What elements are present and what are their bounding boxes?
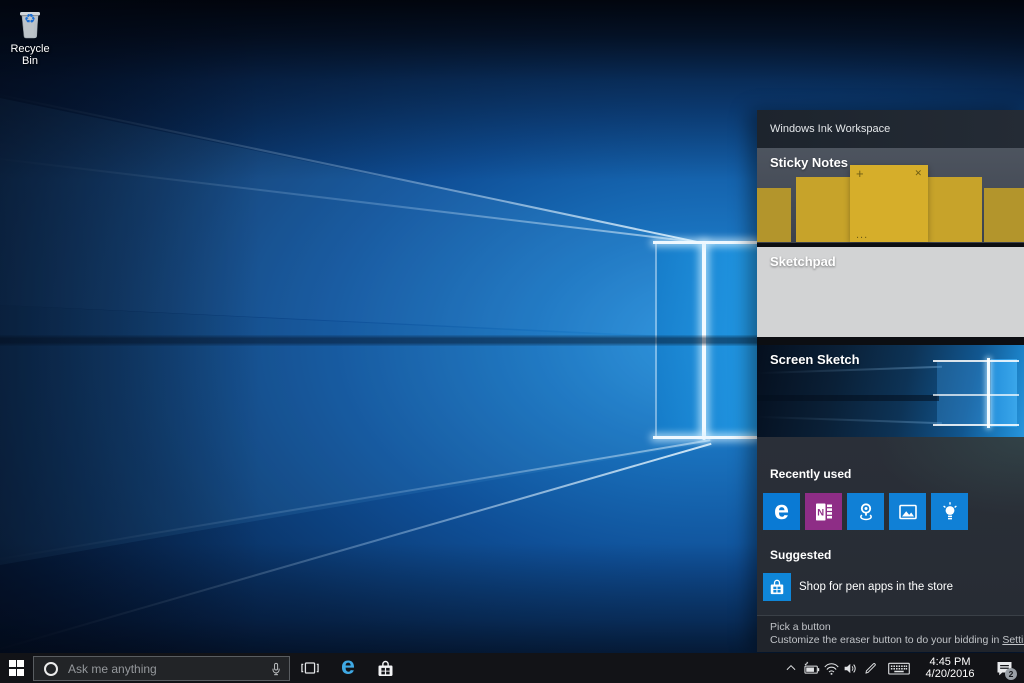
customize-eraser-text: Customize the eraser button to do your b…	[770, 634, 1024, 646]
store-icon	[375, 658, 396, 679]
suggested-item-label: Shop for pen apps in the store	[799, 581, 953, 593]
preview-dark-band	[757, 395, 939, 401]
recycle-bin-shortcut[interactable]: ♻ Recycle Bin	[2, 5, 58, 61]
start-button[interactable]	[0, 653, 33, 683]
search-input[interactable]	[58, 657, 263, 680]
maps-icon	[854, 500, 878, 524]
preview-beam	[757, 416, 942, 424]
screen-sketch-card[interactable]: Screen Sketch	[757, 345, 1024, 437]
preview-beam	[757, 366, 942, 374]
ink-workspace-header: Windows Ink Workspace	[757, 110, 1024, 148]
notification-badge: 2	[1005, 668, 1017, 680]
microphone-button[interactable]	[263, 657, 289, 680]
preview-window-bar	[933, 424, 1019, 426]
preview-window-pane	[991, 359, 1017, 427]
taskbar: e	[0, 653, 1024, 683]
sticky-note-active: + ✕ ...	[850, 165, 928, 242]
preview-window-bar	[933, 360, 1019, 362]
store-icon	[767, 577, 787, 597]
wallpaper-window-bar	[653, 241, 757, 244]
task-view-button[interactable]	[296, 653, 324, 683]
recycle-symbol-icon: ♻	[10, 12, 50, 25]
wifi-icon	[823, 661, 840, 676]
note-add-icon[interactable]: +	[856, 166, 864, 181]
sticky-notes-title: Sticky Notes	[770, 155, 848, 170]
recycle-bin-icon: ♻	[10, 5, 50, 41]
photos-app-tile[interactable]	[889, 493, 926, 530]
section-divider	[757, 337, 1024, 345]
speaker-icon	[842, 660, 860, 677]
maps-app-tile[interactable]	[847, 493, 884, 530]
touch-keyboard-button[interactable]	[885, 653, 913, 683]
desktop: ♻ Recycle Bin Windows Ink Workspace + ✕ …	[0, 0, 1024, 683]
sketchpad-title: Sketchpad	[770, 254, 836, 269]
preview-window-bar	[933, 394, 1019, 396]
note-more-icon[interactable]: ...	[856, 229, 868, 241]
chevron-up-icon	[784, 661, 798, 675]
svg-text:N: N	[817, 507, 824, 518]
sticky-notes-card[interactable]: + ✕ ... Sticky Notes	[757, 148, 1024, 243]
edge-icon: e	[774, 497, 789, 524]
pick-a-button-heading: Pick a button	[770, 621, 831, 633]
suggested-store-item[interactable]: Shop for pen apps in the store	[763, 573, 1018, 601]
task-view-icon	[299, 657, 321, 679]
pen-icon	[863, 660, 879, 676]
customize-eraser-body: Customize the eraser button to do your b…	[770, 634, 1002, 646]
preview-window-pane	[937, 362, 987, 425]
recently-used-title: Recently used	[770, 467, 851, 481]
onenote-icon: N	[812, 500, 836, 524]
windows-ink-workspace-panel: Windows Ink Workspace + ✕ ... Sticky Not…	[757, 110, 1024, 652]
wallpaper-beam	[0, 94, 705, 244]
wallpaper-beam	[0, 439, 710, 560]
note-close-icon[interactable]: ✕	[914, 168, 922, 179]
volume-indicator[interactable]	[841, 653, 861, 683]
cortana-search-box[interactable]	[33, 656, 290, 681]
wallpaper-beam	[0, 443, 712, 650]
sketchpad-card[interactable]: Sketchpad	[757, 247, 1024, 337]
suggested-title: Suggested	[770, 548, 831, 562]
sticky-note	[984, 188, 1024, 242]
battery-indicator[interactable]	[801, 653, 822, 683]
wifi-indicator[interactable]	[822, 653, 841, 683]
tray-overflow-chevron[interactable]	[782, 653, 800, 683]
ink-panel-footer: Pick a button Customize the eraser butto…	[757, 615, 1024, 652]
wallpaper-window-pane	[657, 244, 757, 438]
preview-window-bar	[987, 358, 990, 428]
battery-charging-icon	[802, 660, 821, 677]
clock-date: 4/20/2016	[926, 668, 975, 680]
sticky-note	[928, 177, 982, 242]
wallpaper-shade	[0, 0, 260, 683]
ink-workspace-title: Windows Ink Workspace	[770, 123, 890, 135]
clock[interactable]: 4:45 PM 4/20/2016	[916, 653, 984, 683]
sticky-note	[757, 188, 791, 242]
edge-app-tile[interactable]: e	[763, 493, 800, 530]
store-tile	[763, 573, 791, 601]
cortana-icon	[44, 662, 58, 676]
wallpaper-beam	[0, 158, 715, 245]
photos-icon	[896, 500, 920, 524]
edge-icon: e	[341, 654, 355, 679]
clock-time: 4:45 PM	[930, 656, 971, 668]
windows-logo-icon	[9, 660, 25, 676]
ink-apps-section: Recently used e N	[757, 437, 1024, 615]
edge-taskbar-button[interactable]: e	[334, 653, 362, 683]
wallpaper-window-bar	[653, 436, 757, 439]
keyboard-icon	[887, 659, 911, 677]
sticky-note	[796, 177, 850, 242]
onenote-app-tile[interactable]: N	[805, 493, 842, 530]
wallpaper-window-bar	[702, 242, 706, 440]
pen-indicator[interactable]	[862, 653, 879, 683]
screen-sketch-title: Screen Sketch	[770, 352, 860, 367]
recycle-bin-label: Recycle Bin	[2, 43, 58, 67]
settings-link[interactable]: Settings	[1002, 634, 1024, 646]
action-center-button[interactable]: 2	[988, 653, 1020, 683]
microphone-icon	[268, 659, 284, 679]
tips-lightbulb-icon	[938, 500, 962, 524]
store-taskbar-button[interactable]	[371, 653, 399, 683]
wallpaper-window-edge	[655, 243, 657, 439]
tips-app-tile[interactable]	[931, 493, 968, 530]
